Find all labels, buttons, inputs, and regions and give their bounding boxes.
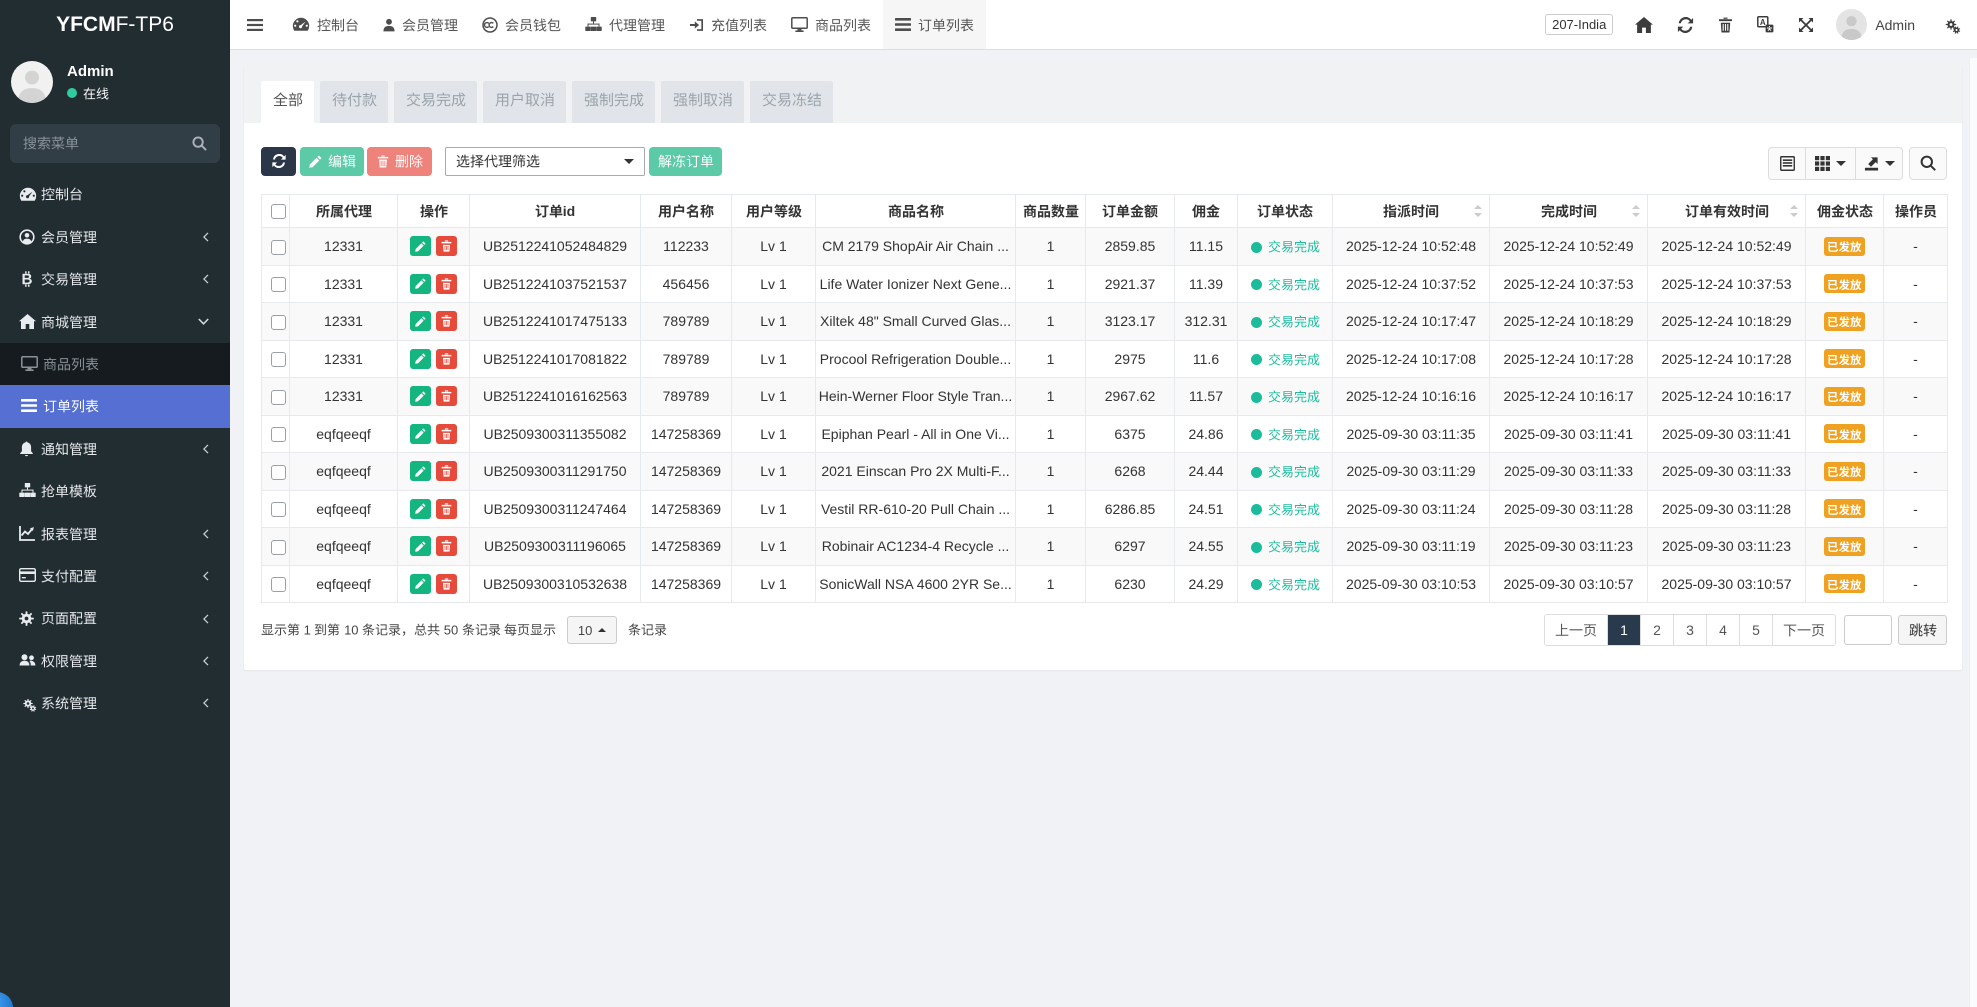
svg-text:A: A [1760,18,1766,27]
